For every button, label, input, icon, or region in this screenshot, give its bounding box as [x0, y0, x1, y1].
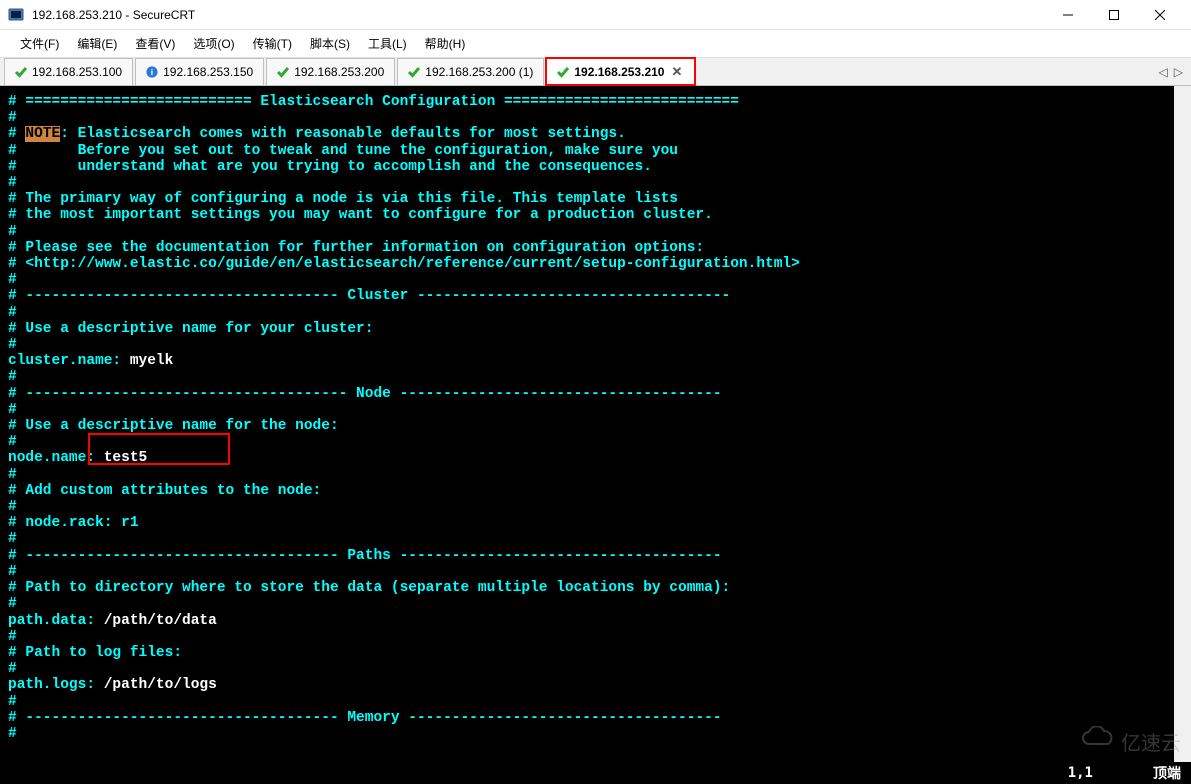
session-tab[interactable]: 192.168.253.200 (1) — [397, 58, 544, 85]
tab-label: 192.168.253.200 — [294, 65, 384, 79]
maximize-button[interactable] — [1091, 0, 1137, 30]
title-bar: 192.168.253.210 - SecureCRT — [0, 0, 1191, 30]
tab-close-icon[interactable]: ✕ — [669, 64, 684, 80]
tab-label: 192.168.253.200 (1) — [425, 65, 533, 79]
tab-prev-icon[interactable]: ◁ — [1159, 65, 1168, 79]
svg-text:i: i — [151, 67, 153, 77]
watermark-text: 亿速云 — [1121, 727, 1181, 756]
close-button[interactable] — [1137, 0, 1183, 30]
menu-bar: 文件(F) 编辑(E) 查看(V) 选项(O) 传输(T) 脚本(S) 工具(L… — [0, 30, 1191, 58]
scrollbar[interactable] — [1174, 86, 1191, 762]
tab-nav: ◁ ▷ — [1159, 58, 1183, 85]
tab-label: 192.168.253.150 — [163, 65, 253, 79]
menu-transfer[interactable]: 传输(T) — [245, 31, 300, 56]
watermark: 亿速云 — [1079, 726, 1181, 756]
check-icon — [408, 66, 420, 78]
info-icon: i — [146, 66, 158, 78]
menu-edit[interactable]: 编辑(E) — [69, 31, 125, 56]
menu-help[interactable]: 帮助(H) — [417, 31, 474, 56]
cloud-icon — [1079, 726, 1117, 756]
check-icon — [277, 66, 289, 78]
menu-script[interactable]: 脚本(S) — [302, 31, 358, 56]
tab-label: 192.168.253.210 — [574, 65, 664, 79]
session-tab-active[interactable]: 192.168.253.210 ✕ — [546, 58, 695, 85]
terminal-content: # ========================== Elasticsear… — [0, 86, 1191, 750]
menu-file[interactable]: 文件(F) — [12, 31, 67, 56]
window-title: 192.168.253.210 - SecureCRT — [32, 8, 1045, 22]
status-mode: 顶端 — [1153, 763, 1181, 783]
terminal-area[interactable]: # ========================== Elasticsear… — [0, 86, 1191, 762]
tab-bar: 192.168.253.100 i 192.168.253.150 192.16… — [0, 58, 1191, 86]
session-tab[interactable]: i 192.168.253.150 — [135, 58, 264, 85]
status-bar: 1,1 顶端 — [0, 762, 1191, 784]
cursor-position: 1,1 — [1068, 765, 1093, 781]
check-icon — [557, 66, 569, 78]
session-tab[interactable]: 192.168.253.100 — [4, 58, 133, 85]
minimize-button[interactable] — [1045, 0, 1091, 30]
menu-options[interactable]: 选项(O) — [185, 31, 242, 56]
menu-view[interactable]: 查看(V) — [127, 31, 183, 56]
session-tab[interactable]: 192.168.253.200 — [266, 58, 395, 85]
check-icon — [15, 66, 27, 78]
window-controls — [1045, 0, 1183, 30]
tab-label: 192.168.253.100 — [32, 65, 122, 79]
app-icon — [8, 7, 24, 23]
menu-tools[interactable]: 工具(L) — [360, 31, 415, 56]
tab-next-icon[interactable]: ▷ — [1174, 65, 1183, 79]
